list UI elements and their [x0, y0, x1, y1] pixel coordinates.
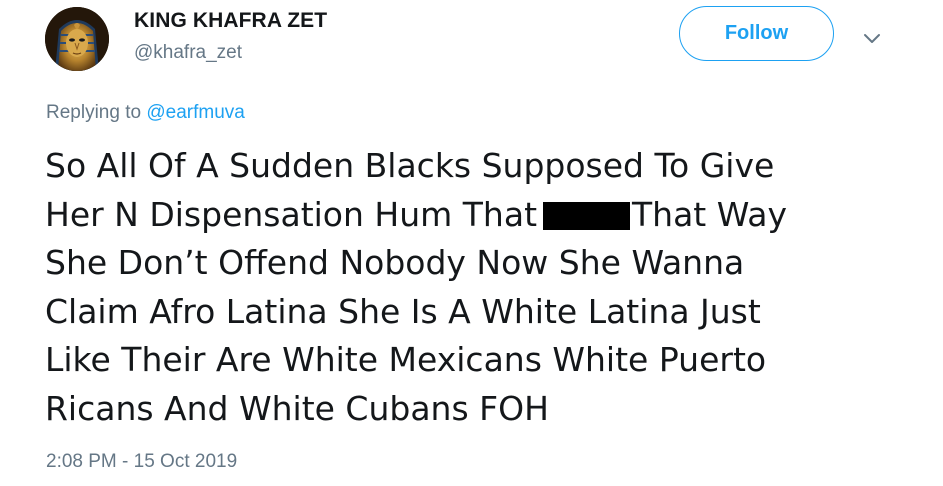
- tweet-line: Like Their Are White Mexicans White Puer…: [45, 340, 767, 379]
- tweet-line: She Don’t Offend Nobody Now She Wanna: [45, 243, 745, 282]
- reply-context: Replying to @earfmuva: [46, 102, 245, 124]
- tweet-text: So All Of A Sudden Blacks Supposed To Gi…: [45, 142, 925, 433]
- follow-button[interactable]: Follow: [679, 6, 834, 61]
- tweet-line: Her N Dispensation Hum That That Way: [45, 191, 925, 240]
- more-options-button[interactable]: [859, 25, 885, 51]
- tweet-line: Ricans And White Cubans FOH: [45, 388, 549, 428]
- redaction-bar: [543, 201, 631, 230]
- tweet-line-segment: That Way: [632, 194, 788, 234]
- tweet-timestamp[interactable]: 2:08 PM - 15 Oct 2019: [46, 451, 237, 473]
- reply-mention-link[interactable]: @earfmuva: [146, 102, 245, 123]
- author-display-name[interactable]: KING KHAFRA ZET: [134, 9, 327, 33]
- pharaoh-mask-icon: [45, 7, 109, 71]
- tweet-line: Claim Afro Latina She Is A White Latina …: [45, 291, 761, 331]
- tweet-line-segment: Her N Dispensation Hum That: [45, 194, 538, 234]
- chevron-down-icon: [864, 34, 880, 43]
- tweet-card: KING KHAFRA ZET @khafra_zet Follow Reply…: [0, 0, 943, 486]
- tweet-line: So All Of A Sudden Blacks Supposed To Gi…: [45, 146, 775, 185]
- reply-prefix: Replying to: [46, 102, 142, 123]
- avatar[interactable]: [45, 7, 109, 71]
- author-handle[interactable]: @khafra_zet: [134, 42, 242, 64]
